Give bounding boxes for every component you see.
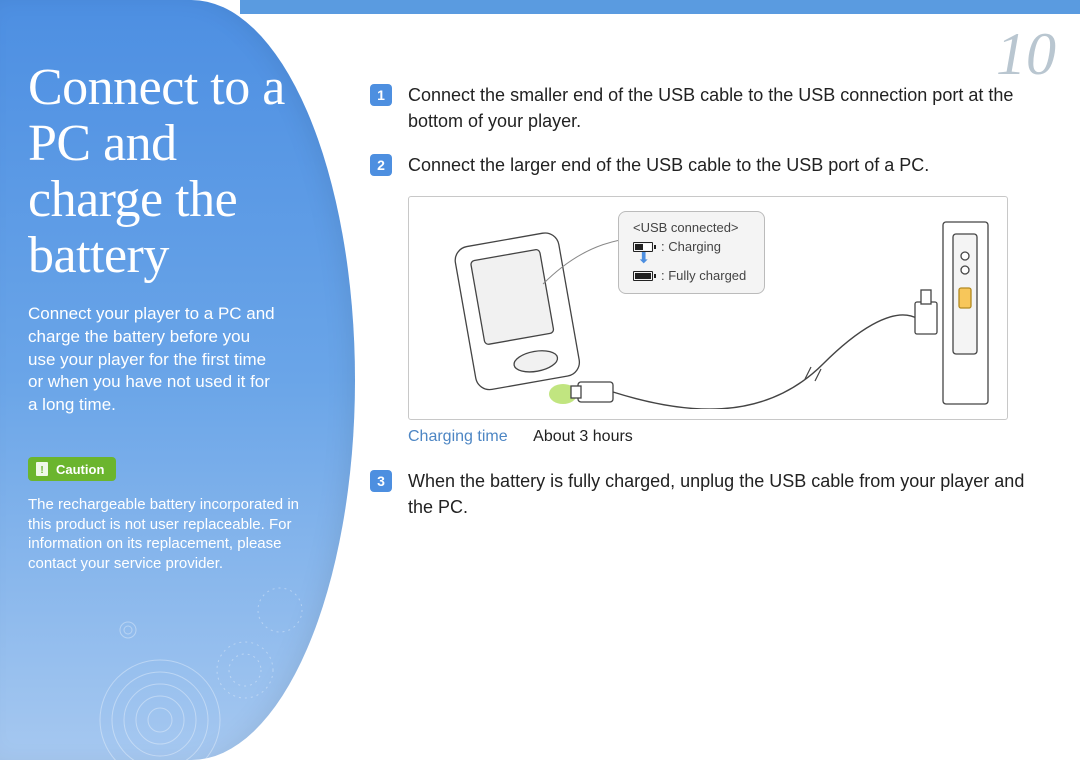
callout-full-text: : Fully charged <box>661 268 746 283</box>
step-3: 3 When the battery is fully charged, unp… <box>370 468 1050 520</box>
caution-label: Caution <box>56 462 104 477</box>
step-1: 1 Connect the smaller end of the USB cab… <box>370 82 1050 134</box>
step-text: When the battery is fully charged, unplu… <box>408 468 1050 520</box>
caution-icon: ! <box>34 461 50 477</box>
step-number-icon: 3 <box>370 470 392 492</box>
top-accent-strip <box>240 0 1080 14</box>
page-intro: Connect your player to a PC and charge t… <box>28 303 278 418</box>
step-2: 2 Connect the larger end of the USB cabl… <box>370 152 1050 178</box>
charging-time-label: Charging time <box>408 428 508 445</box>
sidebar: Connect to a PC and charge the battery C… <box>0 0 355 760</box>
main-content: 1 Connect the smaller end of the USB cab… <box>370 60 1050 538</box>
callout-charging-text: : Charging <box>661 239 721 254</box>
step-number-icon: 2 <box>370 154 392 176</box>
connection-figure: <USB connected> : Charging ⬇ : Fully cha… <box>408 196 1008 420</box>
charging-time-row: Charging time About 3 hours <box>408 428 1050 446</box>
caution-text: The rechargeable battery incorporated in… <box>28 495 315 573</box>
battery-full-icon <box>633 271 653 281</box>
step-text: Connect the smaller end of the USB cable… <box>408 82 1050 134</box>
arrow-down-icon: ⬇ <box>637 254 746 264</box>
usb-status-callout: <USB connected> : Charging ⬇ : Fully cha… <box>618 211 765 294</box>
step-text: Connect the larger end of the USB cable … <box>408 152 929 178</box>
caution-badge: ! Caution <box>28 457 116 481</box>
steps-list: 1 Connect the smaller end of the USB cab… <box>370 82 1050 178</box>
battery-charging-icon <box>633 242 653 252</box>
charging-time-value: About 3 hours <box>533 428 633 445</box>
svg-text:!: ! <box>40 465 43 476</box>
step-number-icon: 1 <box>370 84 392 106</box>
decorative-circles <box>90 570 350 760</box>
callout-title: <USB connected> <box>633 220 746 235</box>
page-title: Connect to a PC and charge the battery <box>28 60 315 285</box>
